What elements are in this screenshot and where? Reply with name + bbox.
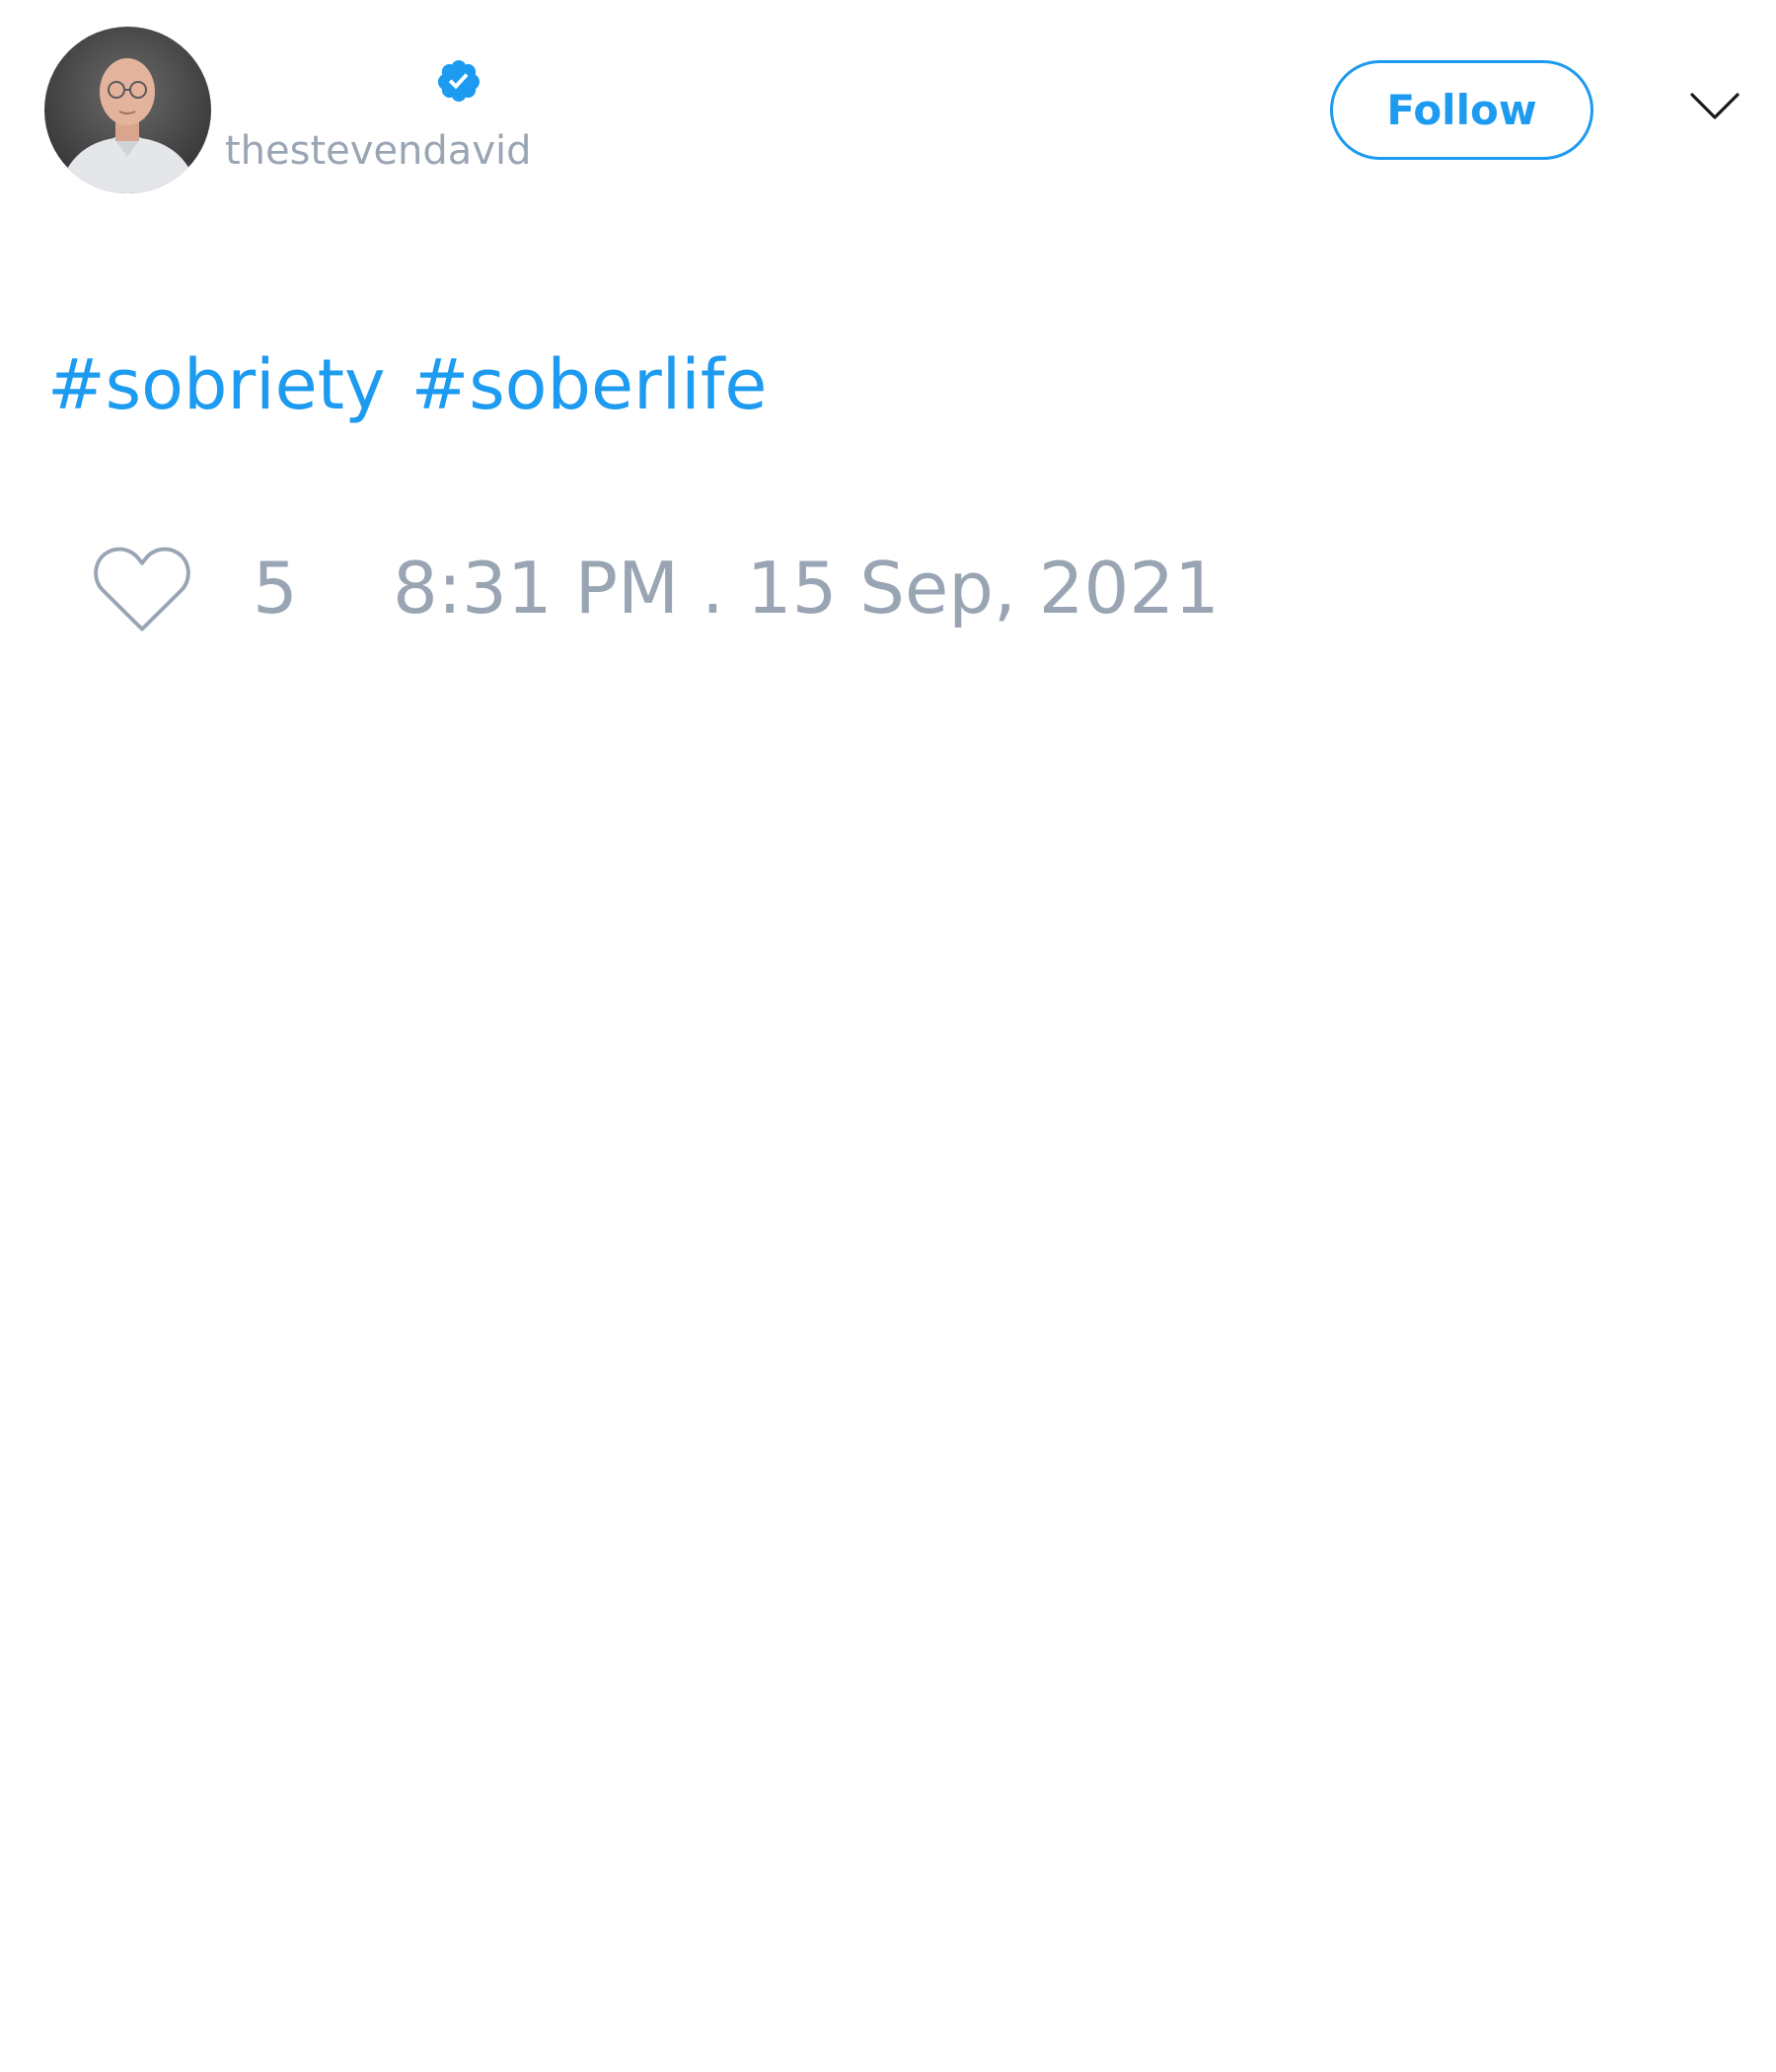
heart-icon[interactable] — [88, 541, 196, 635]
tweet-text: #sobriety #soberlife — [47, 340, 767, 429]
user-handle[interactable]: thestevendavid — [225, 126, 532, 176]
avatar-photo — [44, 27, 211, 193]
like-count: 5 — [253, 547, 298, 629]
chevron-down-icon[interactable] — [1689, 91, 1740, 122]
hashtag-link[interactable]: #soberlife — [411, 344, 768, 425]
timestamp[interactable]: 8:31 PM . 15 Sep, 2021 — [393, 544, 1220, 632]
tweet-card: thestevendavid Follow #sobriety #soberlif… — [0, 0, 1776, 2072]
follow-button[interactable]: Follow — [1330, 60, 1593, 160]
hashtag-link[interactable]: #sobriety — [47, 344, 386, 425]
avatar[interactable] — [44, 27, 211, 193]
verified-badge-icon — [437, 60, 480, 102]
